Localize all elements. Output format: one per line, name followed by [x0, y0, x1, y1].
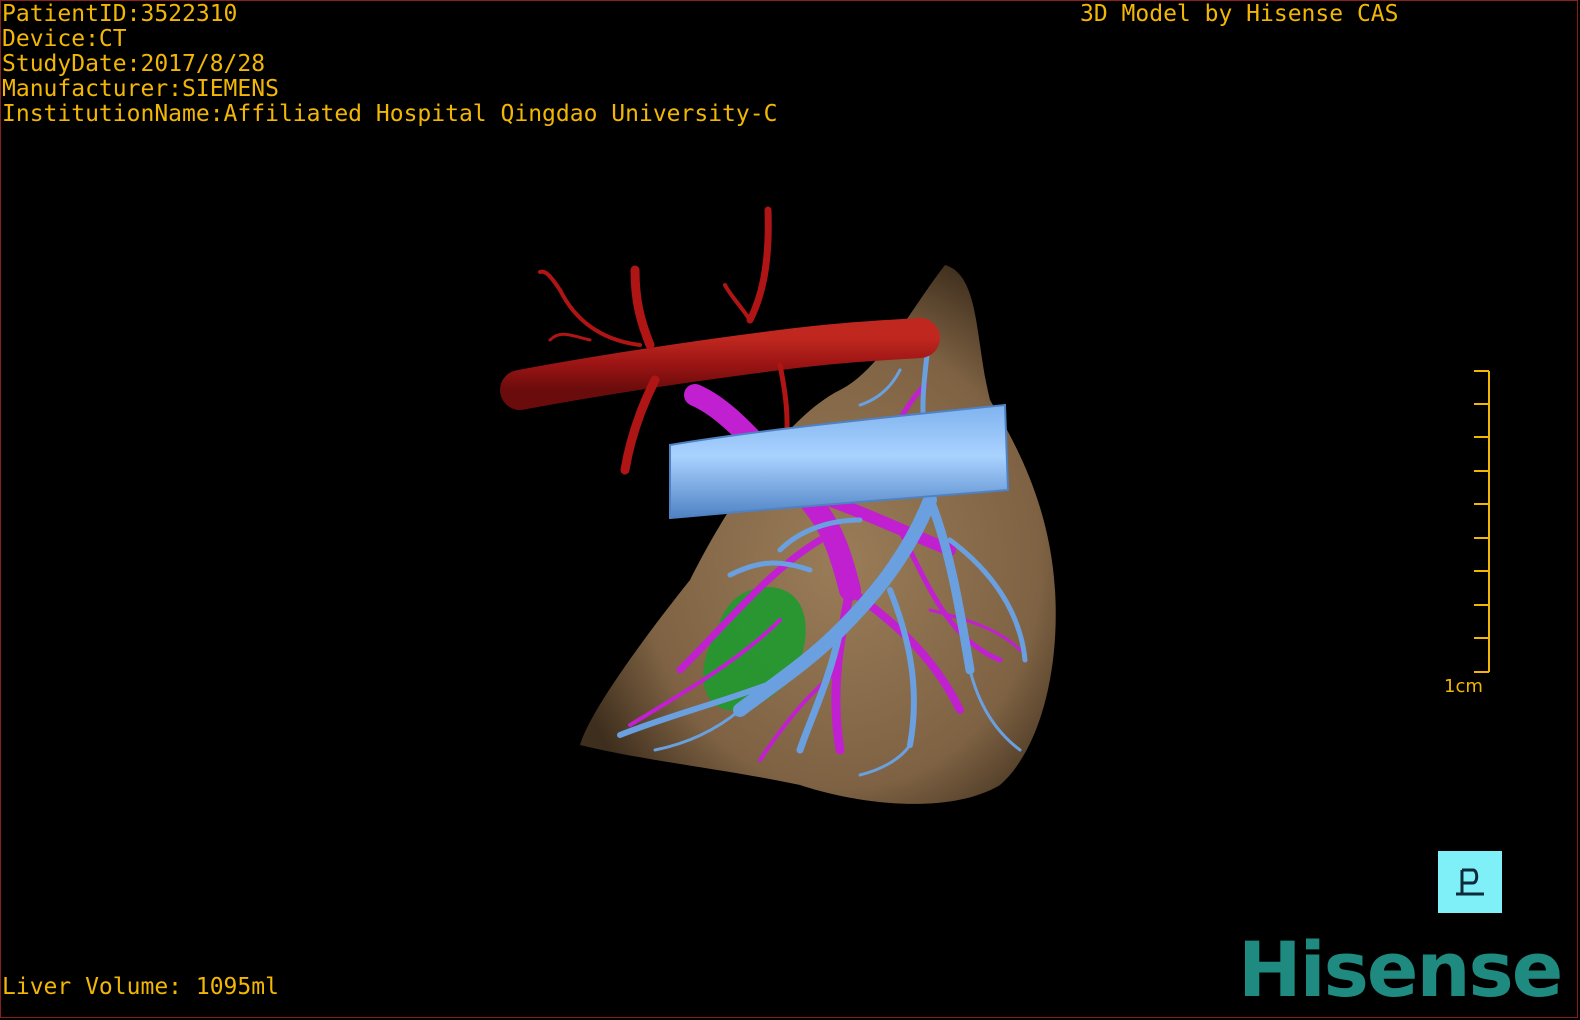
- scale-bar-label: 1cm: [1444, 676, 1483, 697]
- scale-bar: [1474, 370, 1490, 673]
- manufacturer-text: Manufacturer:SIEMENS: [2, 76, 279, 102]
- institution-text: InstitutionName:Affiliated Hospital Qing…: [2, 101, 778, 127]
- patient-info-overlay: PatientID:3522310 Device:CT StudyDate:20…: [2, 2, 777, 127]
- hisense-logo: Hisense: [1238, 925, 1563, 1014]
- model-title: 3D Model by Hisense CAS: [1080, 1, 1399, 27]
- 3d-liver-model-viewport[interactable]: [480, 190, 1120, 830]
- study-date-text: StudyDate:2017/8/28: [2, 51, 266, 77]
- device-text: Device:CT: [2, 26, 127, 52]
- patient-id-text: PatientID:3522310: [2, 1, 238, 27]
- liver-volume-text: Liver Volume: 1095ml: [2, 974, 279, 1000]
- posterior-orientation-icon: [1456, 868, 1484, 896]
- orientation-toggle-button[interactable]: [1438, 851, 1502, 913]
